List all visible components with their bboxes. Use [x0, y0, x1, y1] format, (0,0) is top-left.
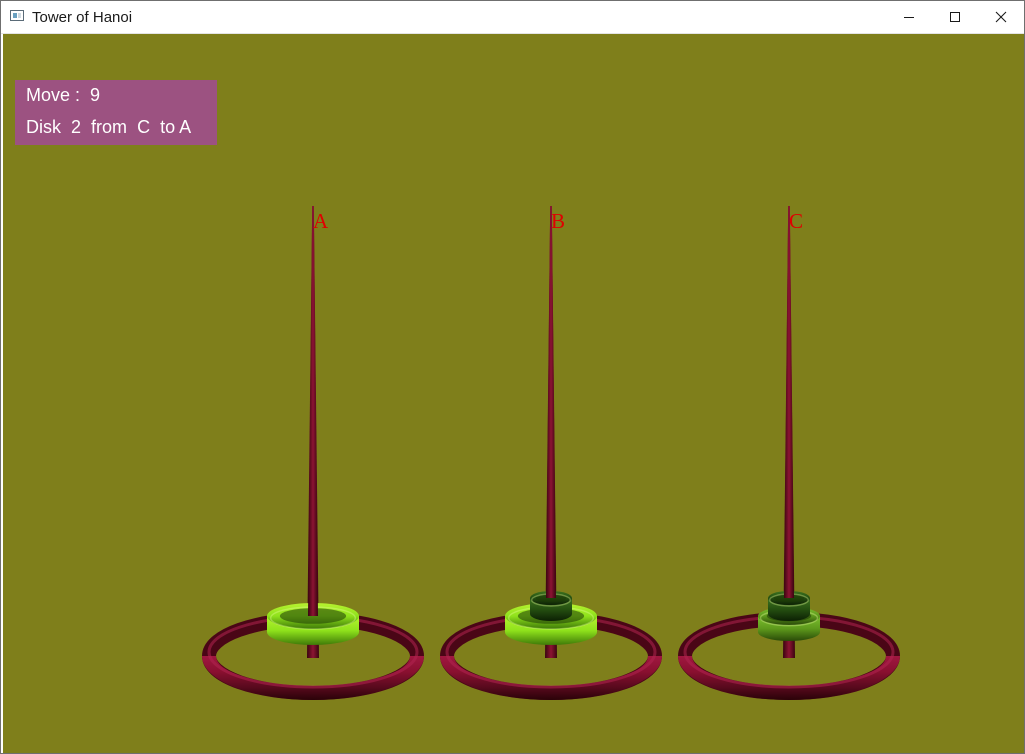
move-label: Move :	[26, 85, 81, 105]
to-word: to	[160, 117, 176, 137]
disk-word: Disk	[26, 117, 61, 137]
app-window: Tower of Hanoi Move: 9 Disk 2 from C to…	[0, 0, 1025, 754]
title-bar[interactable]: Tower of Hanoi	[1, 1, 1024, 34]
close-button[interactable]	[978, 1, 1024, 33]
peg-a	[202, 206, 424, 700]
move-value: 9	[90, 85, 101, 105]
peg-spike-upper	[546, 206, 556, 598]
peg-label-a: A	[313, 209, 329, 233]
window-title: Tower of Hanoi	[32, 9, 133, 26]
move-info-panel: Move : 9 Disk 2 from C to A	[15, 80, 217, 145]
minimize-button[interactable]	[886, 1, 932, 33]
peg-label-c: C	[789, 209, 804, 233]
close-icon	[995, 11, 1007, 23]
move-counter: Move : 9	[26, 85, 100, 106]
game-canvas[interactable]: Move : 9 Disk 2 from C to A A B C	[3, 34, 1024, 753]
peg-label-b: B	[551, 209, 566, 233]
application-window-icon	[10, 10, 24, 21]
maximize-icon	[950, 12, 960, 22]
move-description: Disk 2 from C to A	[26, 117, 191, 138]
from-peg: C	[137, 117, 151, 137]
peg-c	[678, 206, 900, 700]
peg-b	[440, 206, 662, 700]
peg-spike-upper	[308, 206, 318, 616]
from-word: from	[91, 117, 128, 137]
peg-spike-upper	[784, 206, 794, 598]
base-ring-front	[678, 656, 900, 700]
maximize-button[interactable]	[932, 1, 978, 33]
minimize-icon	[904, 17, 914, 18]
disk-number: 2	[71, 117, 82, 137]
base-ring-front	[202, 656, 424, 700]
to-peg: A	[179, 117, 192, 137]
base-ring-front	[440, 656, 662, 700]
